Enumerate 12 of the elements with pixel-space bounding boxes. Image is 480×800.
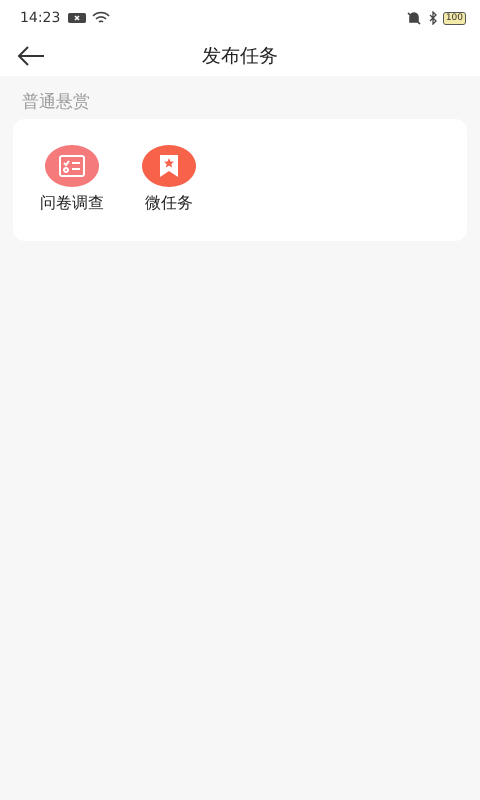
mute-icon [404, 11, 423, 25]
section-title: 普通悬赏 [21, 91, 91, 114]
notification-icon [68, 12, 86, 24]
bluetooth-icon [428, 11, 437, 25]
back-arrow-icon[interactable] [17, 46, 45, 66]
checklist-icon[interactable] [45, 145, 99, 187]
category-label[interactable]: 微任务 [145, 193, 193, 214]
battery-indicator: 100 [442, 12, 466, 24]
page-title: 发布任务 [202, 44, 278, 69]
status-time: 14:23 [20, 10, 60, 26]
category-label[interactable]: 问卷调查 [40, 193, 104, 214]
wifi-icon [92, 11, 110, 25]
